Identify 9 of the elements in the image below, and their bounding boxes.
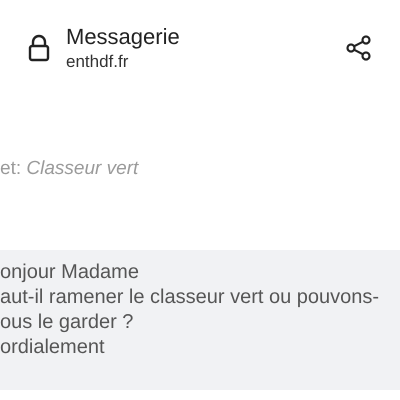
message-line: ordialement <box>0 335 106 360</box>
subject-text: et: Classeur vert <box>0 158 140 180</box>
message-line: ous le garder ? <box>0 310 134 335</box>
message-line: onjour Madame <box>0 260 140 285</box>
lock-icon <box>28 34 50 62</box>
page-url: enthdf.fr <box>66 51 130 73</box>
page-title: Messagerie <box>66 23 181 51</box>
message-line: aut-il ramener le classeur vert ou pouvons- <box>0 285 380 310</box>
share-icon[interactable] <box>346 35 372 61</box>
